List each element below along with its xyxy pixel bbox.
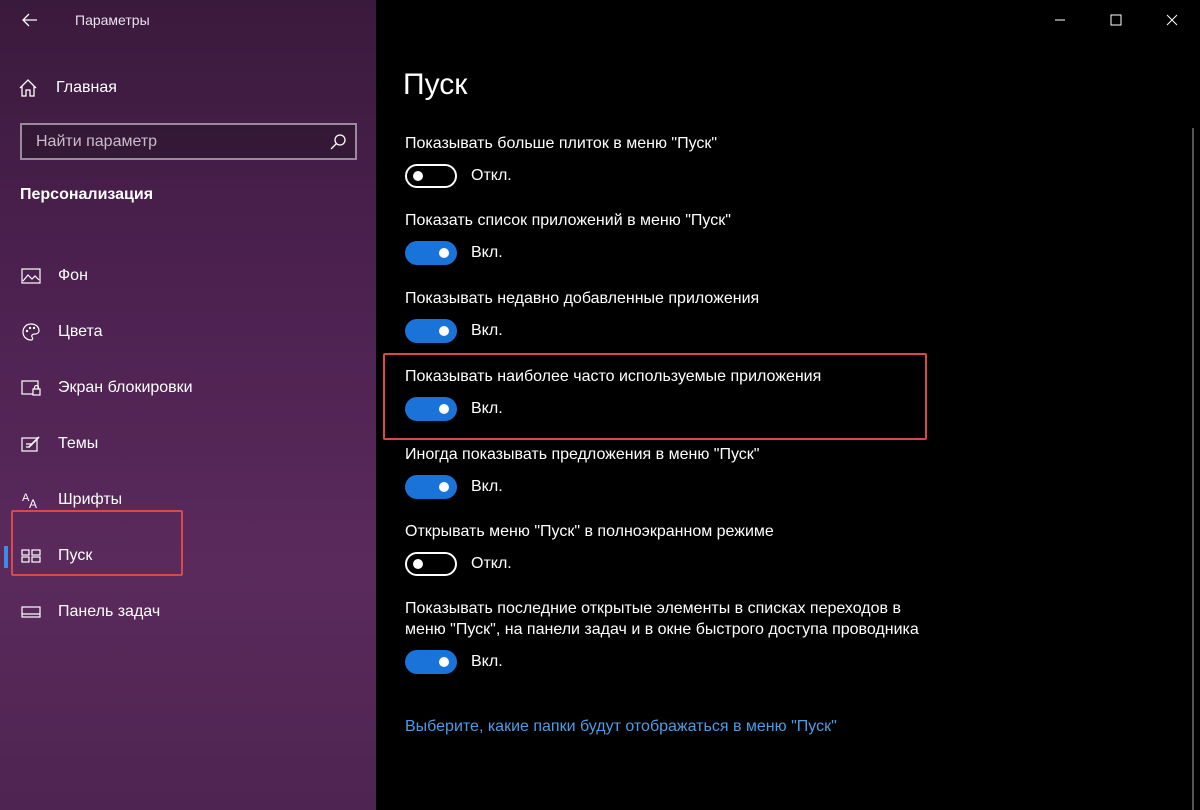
maximize-icon (1110, 14, 1122, 26)
picture-icon (20, 265, 42, 287)
toggle-knob (439, 657, 449, 667)
choose-folders-link[interactable]: Выберите, какие папки будут отображаться… (405, 718, 837, 736)
home-nav-item[interactable]: Главная (18, 76, 117, 100)
svg-text:A: A (29, 497, 37, 509)
window-controls (1032, 0, 1200, 40)
sidebar-item-label: Фон (58, 267, 88, 284)
toggle-state-label: Откл. (471, 555, 512, 572)
setting-fullscreen: Открывать меню "Пуск" в полноэкранном ре… (405, 521, 925, 576)
maximize-button[interactable] (1088, 0, 1144, 40)
toggle-switch[interactable] (405, 552, 457, 576)
home-label: Главная (56, 79, 117, 96)
sidebar-item-background[interactable]: Фон (0, 248, 376, 304)
search-input[interactable] (36, 132, 316, 151)
app-title: Параметры (75, 12, 150, 28)
back-button[interactable] (14, 6, 46, 34)
setting-label: Показывать последние открытые элементы в… (405, 600, 919, 638)
sidebar-item-taskbar[interactable]: Панель задач (0, 584, 376, 640)
sidebar-item-lock-screen[interactable]: Экран блокировки (0, 360, 376, 416)
toggle-knob (439, 482, 449, 492)
setting-more-tiles: Показывать больше плиток в меню "Пуск" О… (405, 133, 925, 188)
toggle-knob (439, 248, 449, 258)
toggle-knob (413, 559, 423, 569)
toggle-state-label: Вкл. (471, 322, 503, 339)
home-icon (19, 79, 37, 97)
section-title: Персонализация (20, 186, 154, 203)
sidebar-item-label: Цвета (58, 323, 103, 340)
sidebar-item-colors[interactable]: Цвета (0, 304, 376, 360)
toggle-state-label: Вкл. (471, 653, 503, 670)
sidebar-nav: Фон Цвета Экран блокировки Темы AA Шрифт… (0, 248, 376, 640)
toggle-state-label: Откл. (471, 167, 512, 184)
highlight-box-start-nav (11, 510, 183, 576)
toggle-switch[interactable] (405, 164, 457, 188)
lock-screen-icon (20, 377, 42, 399)
search-box[interactable] (20, 123, 357, 160)
setting-label: Показывать недавно добавленные приложени… (405, 290, 760, 307)
toggle-switch[interactable] (405, 319, 457, 343)
sidebar-item-label: Темы (58, 435, 99, 452)
setting-suggestions: Иногда показывать предложения в меню "Пу… (405, 444, 925, 499)
setting-recent-items: Показывать последние открытые элементы в… (405, 598, 925, 674)
minimize-icon (1055, 19, 1065, 21)
sidebar-item-label: Панель задач (58, 603, 161, 620)
close-icon (1166, 14, 1178, 26)
page-title: Пуск (403, 68, 468, 101)
toggle-switch[interactable] (405, 650, 457, 674)
palette-icon (20, 321, 42, 343)
sidebar: Параметры Главная Персонализация Фон Цве… (0, 0, 376, 810)
search-icon[interactable] (329, 133, 347, 151)
toggle-knob (439, 326, 449, 336)
themes-icon (20, 433, 42, 455)
scrollbar[interactable] (1192, 128, 1194, 810)
setting-app-list: Показать список приложений в меню "Пуск"… (405, 210, 925, 265)
setting-recently-added: Показывать недавно добавленные приложени… (405, 288, 925, 343)
toggle-knob (413, 171, 423, 181)
back-arrow-icon (22, 13, 37, 27)
highlight-box-most-used (383, 353, 927, 440)
toggle-switch[interactable] (405, 475, 457, 499)
sidebar-item-themes[interactable]: Темы (0, 416, 376, 472)
main-content: Пуск Показывать больше плиток в меню "Пу… (376, 0, 1200, 810)
sidebar-item-label: Шрифты (58, 491, 123, 508)
toggle-state-label: Вкл. (471, 244, 503, 261)
setting-label: Иногда показывать предложения в меню "Пу… (405, 446, 760, 463)
setting-label: Показывать больше плиток в меню "Пуск" (405, 135, 718, 152)
fonts-icon: AA (20, 489, 42, 511)
close-button[interactable] (1144, 0, 1200, 40)
setting-label: Открывать меню "Пуск" в полноэкранном ре… (405, 523, 774, 540)
sidebar-item-label: Экран блокировки (58, 379, 193, 396)
toggle-state-label: Вкл. (471, 478, 503, 495)
minimize-button[interactable] (1032, 0, 1088, 40)
toggle-switch[interactable] (405, 241, 457, 265)
setting-label: Показать список приложений в меню "Пуск" (405, 212, 731, 229)
taskbar-icon (20, 601, 42, 623)
